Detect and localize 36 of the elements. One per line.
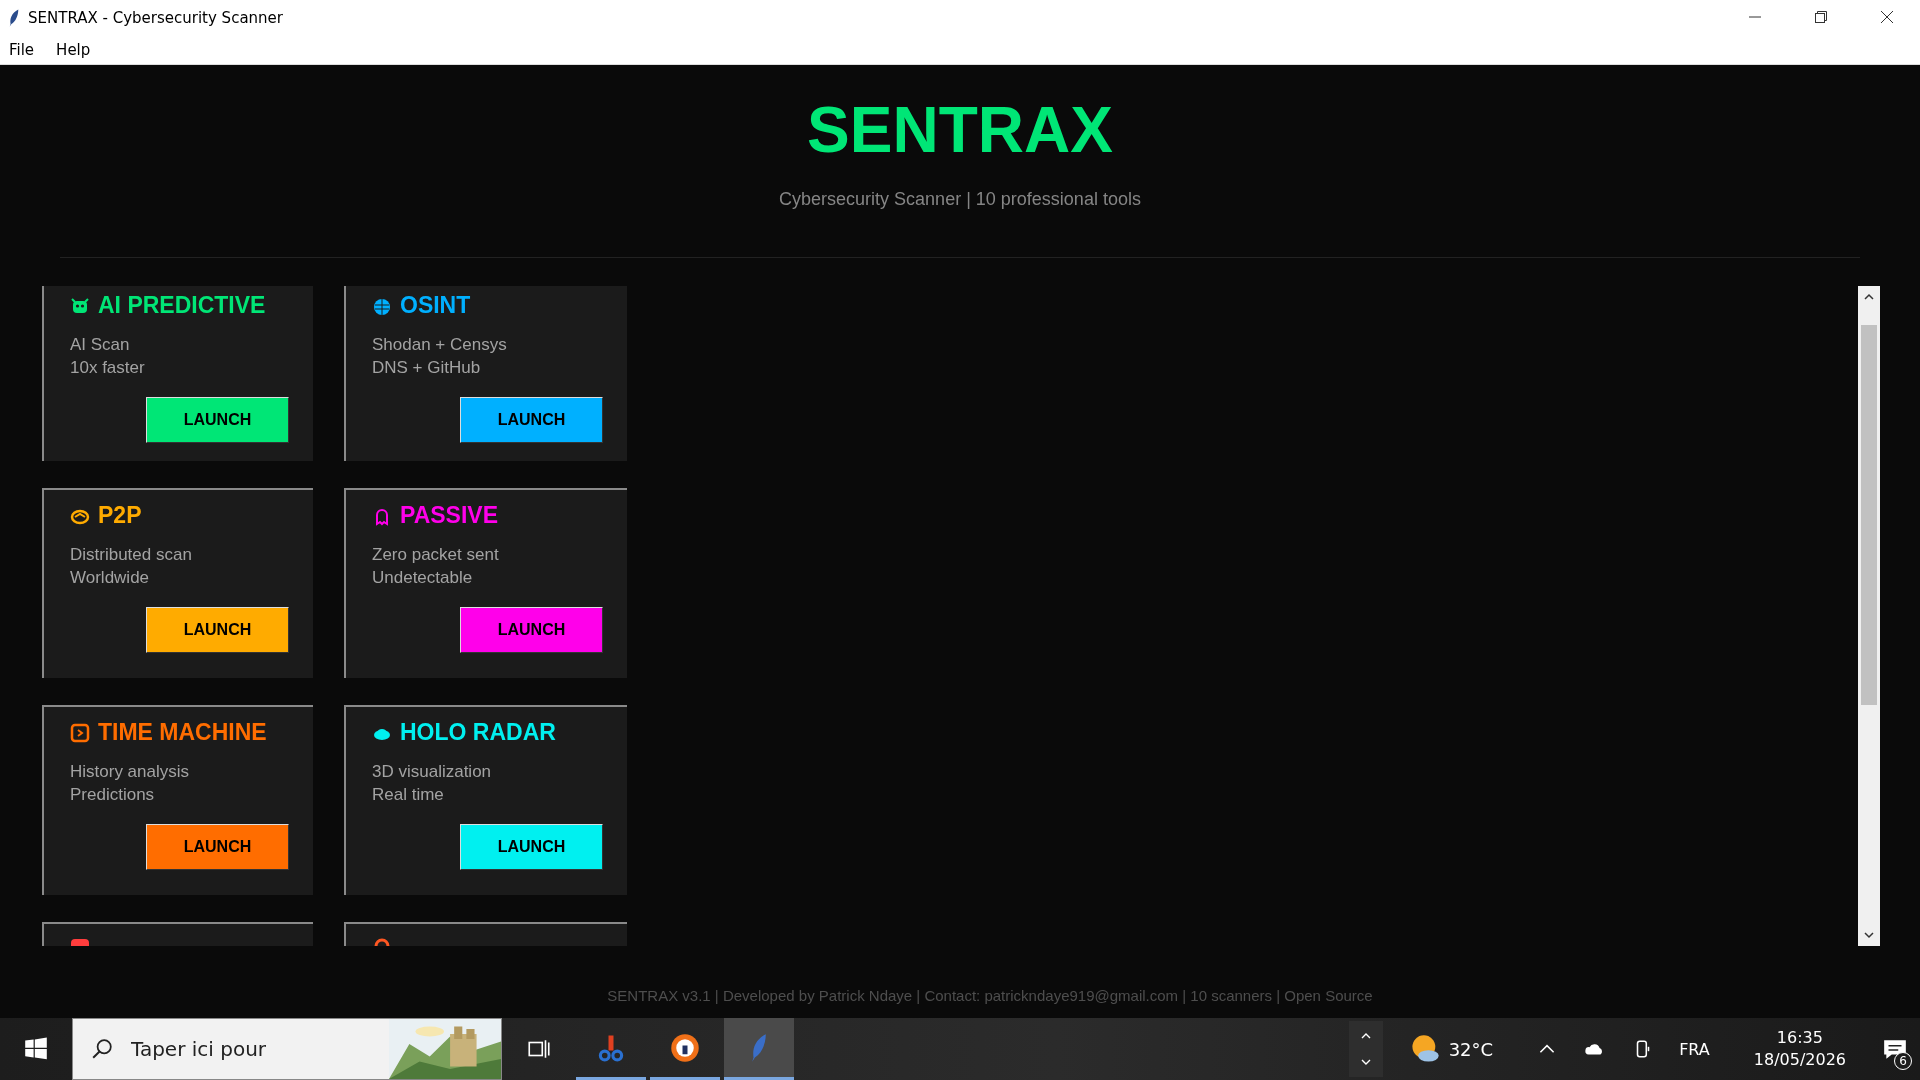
tool-description: Shodan + Censys DNS + GitHub	[372, 334, 508, 380]
app-subtitle: Cybersecurity Scanner | 10 professional tools	[779, 189, 1141, 211]
search-bar[interactable]: Taper ici pour	[72, 1018, 502, 1080]
scrollbar[interactable]	[1858, 286, 1880, 947]
window-title: SENTRAX - Cybersecurity Scanner	[28, 8, 283, 27]
tool-description: AI Scan 10x faster	[70, 334, 146, 380]
menu-item[interactable]: File	[0, 40, 42, 59]
clock[interactable]: 16:35 18/05/2026	[1753, 1027, 1846, 1071]
tool-title: OSINT	[400, 292, 471, 320]
tool-description: Zero packet sent Undetectable	[372, 544, 500, 590]
launch-button[interactable]: LAUNCH	[460, 397, 603, 444]
lock-icon	[670, 1032, 700, 1063]
launch-button[interactable]: LAUNCH	[460, 824, 603, 871]
tool-title: PASSIVE	[400, 502, 498, 530]
search-icon	[91, 1038, 113, 1060]
notification-count: 6	[1894, 1052, 1912, 1070]
launch-button[interactable]: LAUNCH	[146, 607, 289, 654]
tool-description: Distributed scan Worldwide	[70, 544, 193, 590]
tool-description: History analysis Predictions	[70, 761, 191, 807]
tool-title: HOLO RADAR	[400, 719, 556, 747]
launch-button[interactable]: LAUNCH	[146, 824, 289, 871]
search-input[interactable]: Taper ici pour	[129, 1036, 363, 1062]
tool-title: TIME MACHINE	[98, 719, 267, 747]
language-indicator[interactable]: FRA	[1679, 1039, 1710, 1059]
menu-item[interactable]: Help	[47, 40, 98, 59]
launch-button[interactable]: LAUNCH	[146, 397, 289, 444]
footer-text: SENTRAX v3.1 | Developed by Patrick Ndaye | Contact: patrickndaye919@gmail.com | 10 scanners | Open Source	[607, 987, 1373, 1004]
app-title: SENTRAX	[807, 95, 1113, 166]
scroll-thumb[interactable]	[1861, 325, 1877, 706]
launch-button[interactable]: LAUNCH	[460, 607, 603, 654]
tool-description: 3D visualization Real time	[372, 761, 493, 807]
temperature[interactable]: 32°C	[1448, 1038, 1494, 1060]
chevron-icon[interactable]	[1348, 1021, 1383, 1077]
tool-title: P2P	[98, 502, 142, 530]
feather-icon	[8, 7, 20, 28]
tool-title: AI PREDICTIVE	[98, 292, 266, 320]
